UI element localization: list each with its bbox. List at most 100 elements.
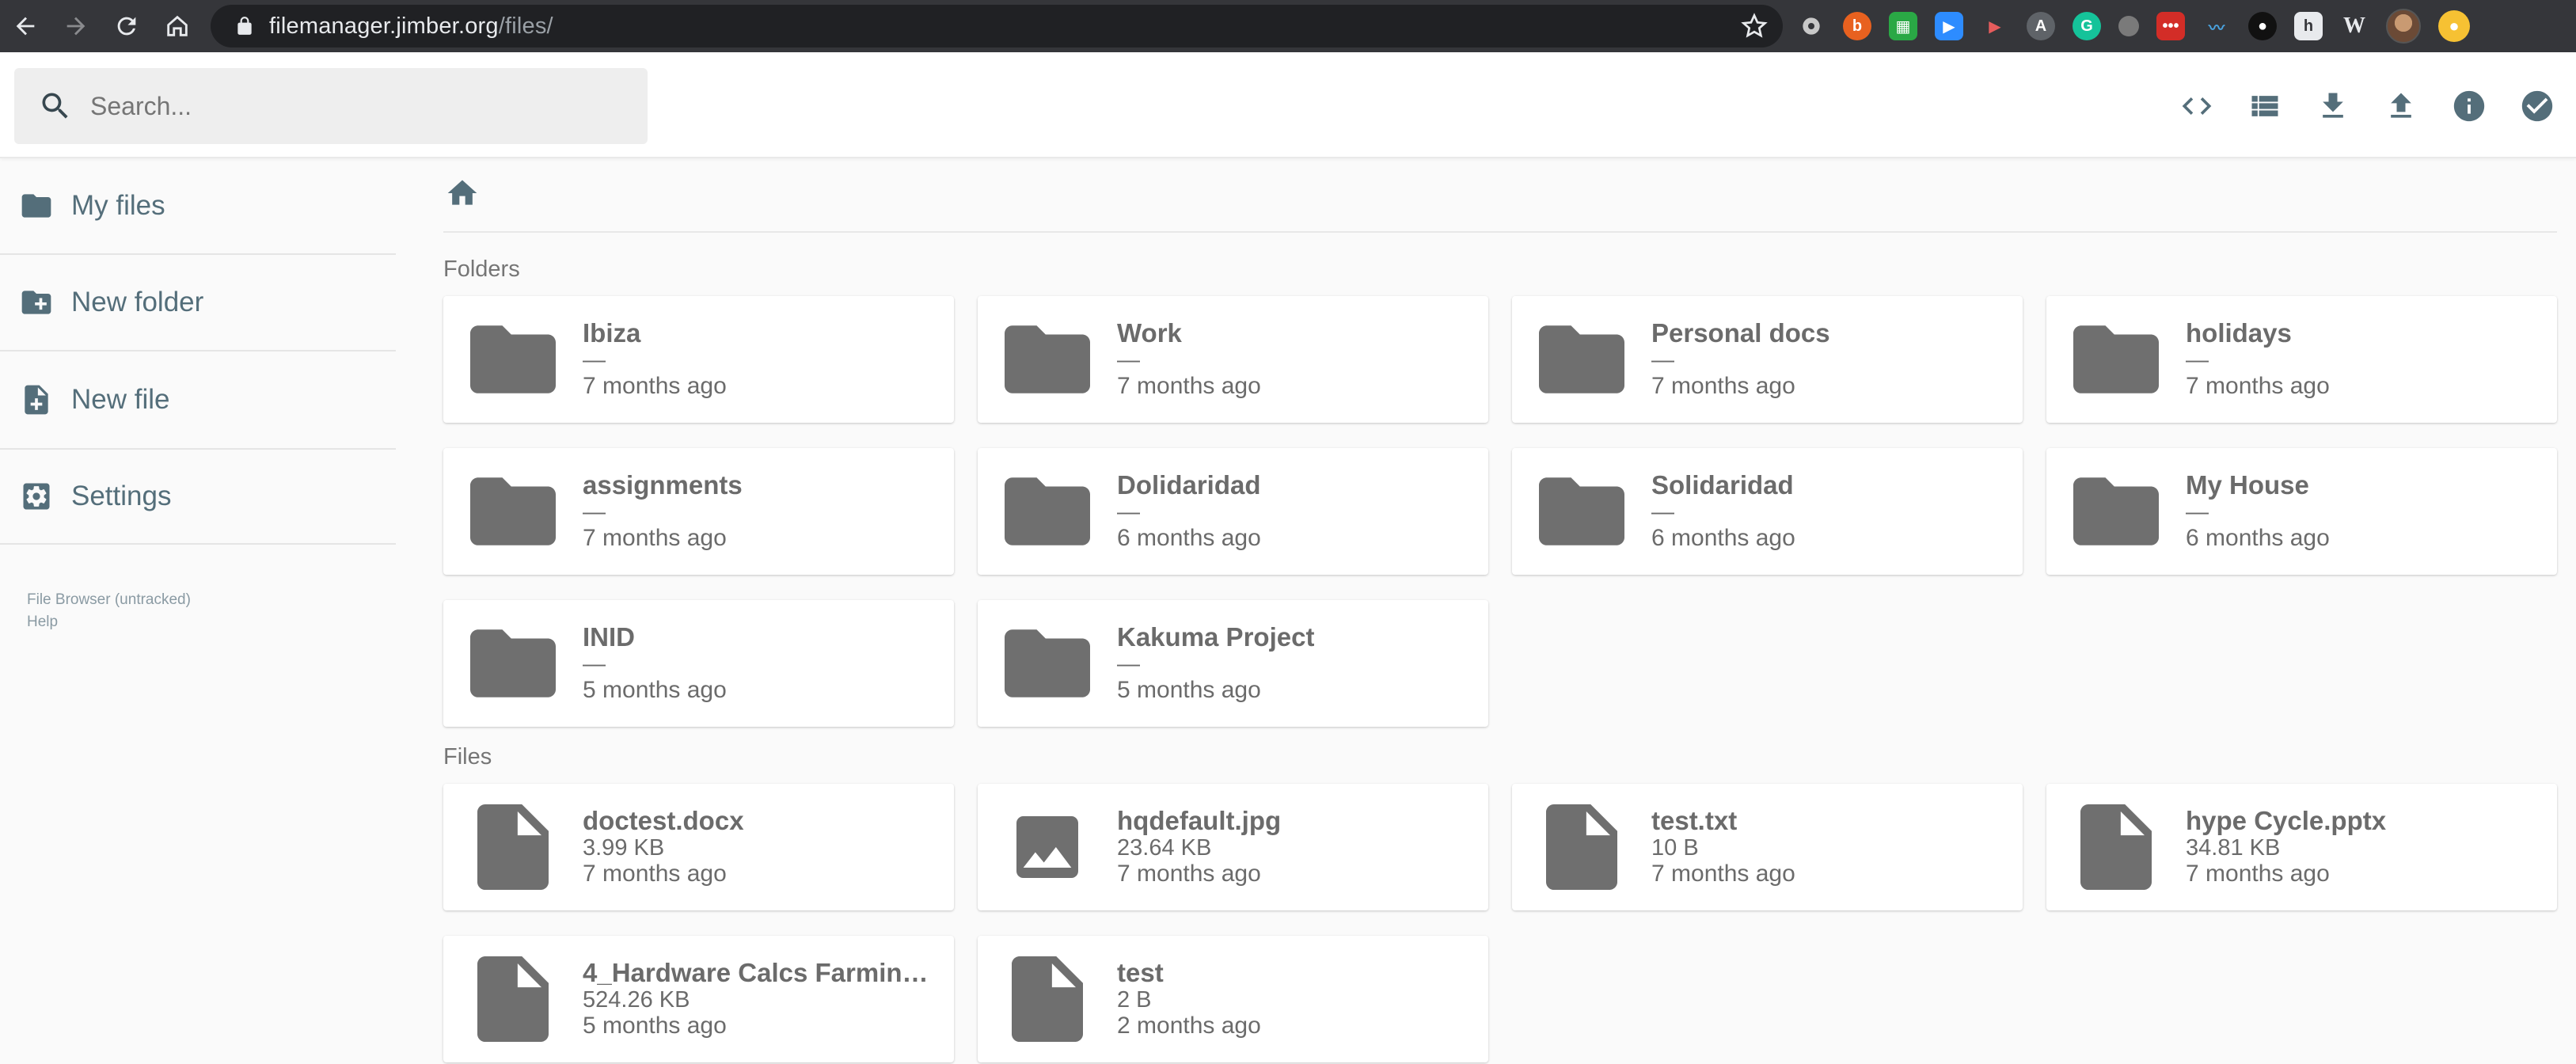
folder-icon (978, 448, 1117, 575)
reload-icon[interactable] (101, 0, 152, 52)
view-list-icon[interactable] (2231, 68, 2299, 144)
folder-card[interactable]: holidays —7 months ago (2046, 296, 2557, 423)
item-size: 23.64 KB (1117, 835, 1212, 861)
item-name: holidays (2186, 318, 2292, 348)
folder-card[interactable]: My House —6 months ago (2046, 448, 2557, 575)
item-modified: 7 months ago (583, 525, 727, 551)
green-extension-icon[interactable]: ▦ (1889, 12, 1917, 40)
sidebar-item-new-file[interactable]: New file (0, 352, 396, 448)
item-modified: 7 months ago (1117, 373, 1261, 399)
gear-extension-icon[interactable] (1797, 12, 1826, 40)
item-size: 34.81 KB (2186, 835, 2281, 861)
files-section-title: Files (443, 744, 492, 770)
item-name: Personal docs (1651, 318, 1830, 348)
profile-badge-icon[interactable]: ● (2438, 10, 2470, 42)
item-size: 524.26 KB (583, 987, 690, 1013)
folder-card[interactable]: Work —7 months ago (978, 296, 1488, 423)
folder-icon (19, 188, 54, 223)
item-meta: test 2 B2 months ago (1117, 958, 1261, 1040)
settings-icon (19, 479, 54, 514)
sidebar-item-label: New file (71, 384, 170, 415)
profile-avatar[interactable] (2386, 9, 2421, 44)
lastpass-icon[interactable]: ••• (2156, 12, 2185, 40)
address-bar[interactable]: filemanager.jimber.org/files/ (211, 5, 1783, 48)
item-name: INID (583, 622, 635, 652)
item-meta: Personal docs —7 months ago (1651, 318, 1830, 401)
sidebar-item-my-files[interactable]: My files (0, 158, 396, 255)
grammarly-icon[interactable]: G (2073, 12, 2101, 40)
circle-extension-icon[interactable] (2118, 16, 2139, 36)
main-listing: Folders Ibiza —7 months ago Work —7 months … (443, 158, 2557, 1062)
header-actions (2163, 68, 2571, 144)
honey-extension-icon[interactable]: b (1843, 12, 1871, 40)
folder-card[interactable]: Personal docs —7 months ago (1512, 296, 2023, 423)
folder-card[interactable]: assignments —7 months ago (443, 448, 954, 575)
item-modified: 7 months ago (1651, 861, 1795, 887)
folder-card[interactable]: Solidaridad —6 months ago (1512, 448, 2023, 575)
item-name: 4_Hardware Calcs Farming P... (583, 958, 935, 987)
bookmark-star-icon[interactable] (1740, 12, 1769, 40)
folder-icon (443, 296, 583, 423)
item-size: — (583, 652, 606, 677)
upload-icon[interactable] (2367, 68, 2435, 144)
item-meta: INID —5 months ago (583, 622, 727, 705)
search-input[interactable] (90, 91, 613, 121)
folder-card[interactable]: INID —5 months ago (443, 600, 954, 727)
h-extension-icon[interactable]: h (2294, 12, 2323, 40)
file-card[interactable]: test.txt 10 B7 months ago (1512, 784, 2023, 910)
item-meta: hqdefault.jpg 23.64 KB 7 months ago (1117, 806, 1281, 888)
item-size: — (1117, 348, 1140, 373)
file-card[interactable]: test 2 B2 months ago (978, 936, 1488, 1062)
url-text: filemanager.jimber.org/files/ (269, 13, 553, 39)
check-circle-icon[interactable] (2503, 68, 2571, 144)
home-breadcrumb-icon[interactable] (445, 176, 480, 215)
download-icon[interactable] (2299, 68, 2367, 144)
files-grid: doctest.docx 3.99 KB 7 months ago hqdefault… (443, 784, 2557, 1062)
folder-icon (2046, 448, 2186, 575)
item-modified: 5 months ago (1117, 677, 1261, 703)
search-box[interactable] (14, 68, 648, 144)
file-icon (978, 936, 1117, 1062)
file-card[interactable]: doctest.docx 3.99 KB 7 months ago (443, 784, 954, 910)
info-icon[interactable] (2435, 68, 2503, 144)
item-modified: 7 months ago (2186, 373, 2330, 399)
folder-card[interactable]: Ibiza —7 months ago (443, 296, 954, 423)
sidebar-item-new-folder[interactable]: New folder (0, 255, 396, 352)
pulse-extension-icon[interactable]: 〰 (2202, 12, 2231, 40)
file-card[interactable]: hype Cycle.pptx 34.81 KB 7 months ago (2046, 784, 2557, 910)
folder-card[interactable]: Dolidaridad —6 months ago (978, 448, 1488, 575)
wikipedia-icon[interactable]: W (2340, 12, 2369, 40)
file-card[interactable]: 4_Hardware Calcs Farming P... 524.26 KB 5 … (443, 936, 954, 1062)
version-text: File Browser (untracked) (27, 591, 191, 608)
lock-icon (231, 13, 258, 40)
item-name: test.txt (1651, 806, 1738, 835)
item-modified: 7 months ago (1651, 373, 1795, 399)
zoom-extension-icon[interactable]: ▶ (1935, 12, 1963, 40)
folder-icon (2046, 296, 2186, 423)
dark-extension-icon[interactable]: ● (2248, 12, 2277, 40)
a-extension-icon[interactable]: A (2027, 12, 2055, 40)
folder-icon (978, 296, 1117, 423)
item-name: Kakuma Project (1117, 622, 1315, 652)
folder-icon (443, 448, 583, 575)
red-record-extension-icon[interactable]: ▶ (1981, 12, 2009, 40)
item-meta: test.txt 10 B7 months ago (1651, 806, 1795, 888)
file-icon (1512, 784, 1651, 910)
item-modified: 5 months ago (583, 1013, 727, 1039)
folder-card[interactable]: Kakuma Project —5 months ago (978, 600, 1488, 727)
item-meta: Dolidaridad —6 months ago (1117, 470, 1261, 553)
code-icon[interactable] (2163, 68, 2231, 144)
help-link[interactable]: Help (27, 611, 191, 633)
sidebar-item-label: Settings (71, 481, 172, 511)
file-card[interactable]: hqdefault.jpg 23.64 KB 7 months ago (978, 784, 1488, 910)
sidebar-item-settings[interactable]: Settings (0, 448, 396, 545)
back-icon[interactable] (0, 0, 51, 52)
item-modified: 6 months ago (1651, 525, 1795, 551)
folder-icon (443, 600, 583, 727)
home-icon[interactable] (152, 0, 203, 52)
item-meta: My House —6 months ago (2186, 470, 2330, 553)
item-size: — (1117, 652, 1140, 677)
item-meta: holidays —7 months ago (2186, 318, 2330, 401)
item-meta: Work —7 months ago (1117, 318, 1261, 401)
forward-icon[interactable] (51, 0, 101, 52)
